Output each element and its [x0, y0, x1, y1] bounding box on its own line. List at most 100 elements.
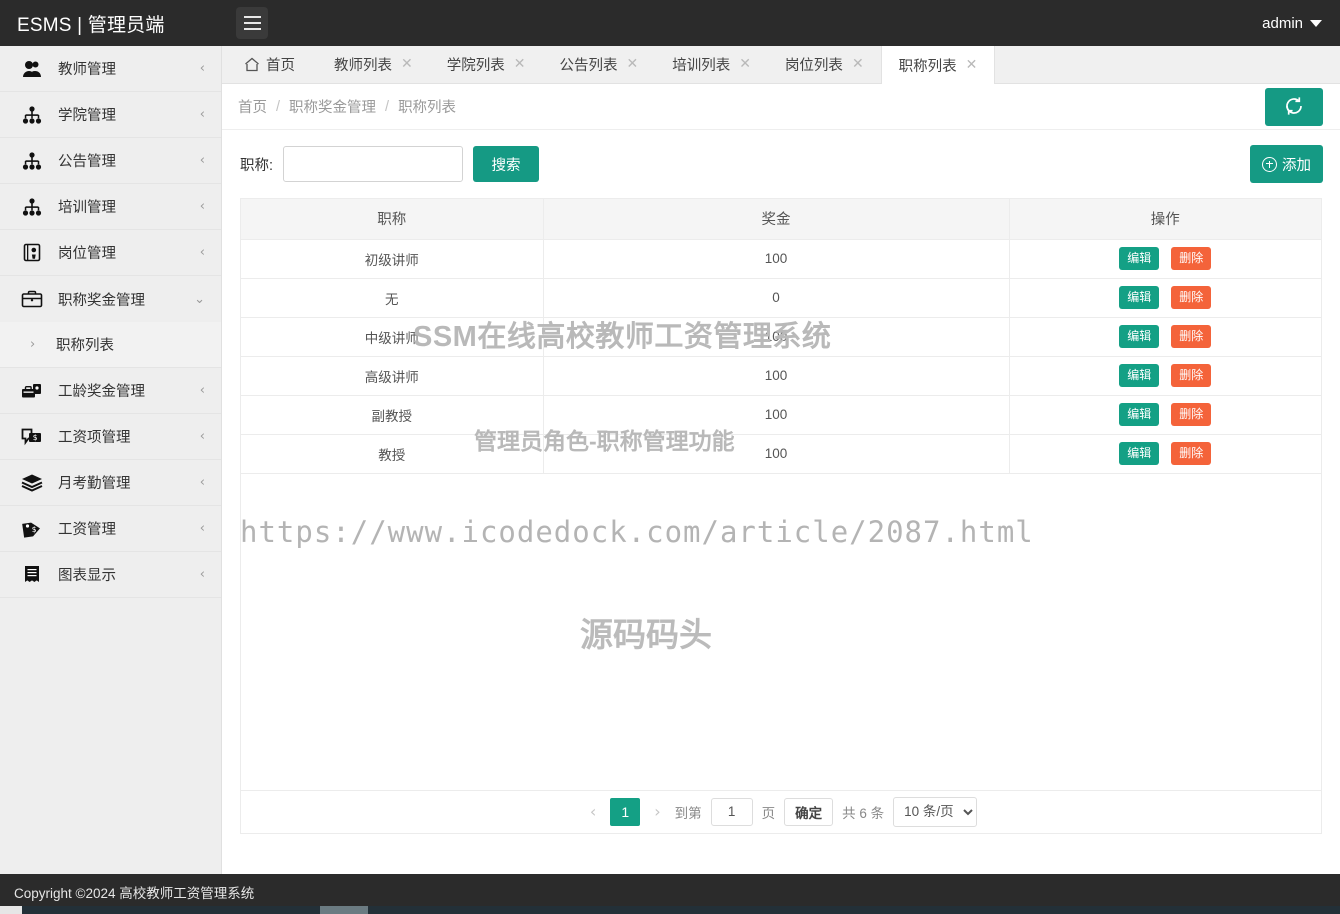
add-button[interactable]: 添加 — [1250, 145, 1323, 183]
sidebar-item-attendance[interactable]: 月考勤管理 ‹ — [0, 460, 221, 506]
tab-position-list[interactable]: 岗位列表 ✕ — [768, 46, 881, 83]
breadcrumb-item-title-bonus[interactable]: 职称奖金管理 — [289, 96, 376, 117]
sidebar-item-label: 图表显示 — [58, 564, 200, 585]
tab-teacher-list[interactable]: 教师列表 ✕ — [317, 46, 430, 83]
taskbar-start-area[interactable] — [0, 906, 22, 914]
sidebar-item-salary[interactable]: $ 工资管理 ‹ — [0, 506, 221, 552]
sidebar-item-college[interactable]: 学院管理 ‹ — [0, 92, 221, 138]
delete-button[interactable]: 删除 — [1171, 325, 1211, 348]
search-input[interactable] — [283, 146, 463, 182]
breadcrumb-separator: / — [385, 99, 389, 115]
sidebar-item-title-bonus[interactable]: 职称奖金管理 ⌄ — [0, 276, 221, 322]
cell-title: 副教授 — [241, 395, 543, 434]
user-menu[interactable]: admin — [1262, 15, 1340, 32]
os-taskbar — [0, 906, 1340, 914]
column-header-actions: 操作 — [1009, 199, 1321, 239]
pagination-prev-button[interactable]: ‹ — [585, 802, 601, 821]
chevron-right-icon: › — [30, 337, 50, 352]
sidebar-item-position[interactable]: 岗位管理 ‹ — [0, 230, 221, 276]
copyright-text: Copyright ©2024 高校教师工资管理系统 — [14, 882, 254, 902]
edit-button[interactable]: 编辑 — [1119, 325, 1159, 348]
refresh-button[interactable] — [1265, 88, 1323, 126]
chevron-down-icon: ⌄ — [194, 293, 205, 306]
tab-label: 学院列表 — [447, 54, 505, 75]
sidebar-subitem-label: 职称列表 — [56, 334, 114, 355]
add-button-label: 添加 — [1282, 154, 1311, 175]
tab-college-list[interactable]: 学院列表 ✕ — [430, 46, 543, 83]
table-row: 初级讲师 100 编辑 删除 — [241, 239, 1321, 278]
close-icon[interactable]: ✕ — [514, 57, 526, 71]
sidebar-item-label: 岗位管理 — [58, 242, 200, 263]
close-icon[interactable]: ✕ — [966, 58, 978, 72]
sidebar-item-label: 学院管理 — [58, 104, 200, 125]
tab-label: 岗位列表 — [785, 54, 843, 75]
search-button[interactable]: 搜索 — [473, 146, 539, 182]
delete-button[interactable]: 删除 — [1171, 442, 1211, 465]
chevron-left-icon: ‹ — [200, 62, 205, 75]
sidebar-item-chart[interactable]: 图表显示 ‹ — [0, 552, 221, 598]
taskbar-active-window[interactable] — [320, 906, 368, 914]
close-icon[interactable]: ✕ — [739, 57, 751, 71]
home-icon — [244, 57, 260, 72]
sidebar-item-label: 培训管理 — [58, 196, 200, 217]
sidebar-item-label: 月考勤管理 — [58, 472, 200, 493]
cell-title: 初级讲师 — [241, 239, 543, 278]
sidebar-toggle-button[interactable] — [236, 7, 268, 39]
table-row: 中级讲师 100 编辑 删除 — [241, 317, 1321, 356]
breadcrumb-item-home[interactable]: 首页 — [238, 96, 267, 117]
chevron-left-icon: ‹ — [200, 568, 205, 581]
user-name: admin — [1262, 15, 1303, 32]
edit-button[interactable]: 编辑 — [1119, 403, 1159, 426]
cell-title: 教授 — [241, 434, 543, 473]
delete-button[interactable]: 删除 — [1171, 286, 1211, 309]
sitemap-icon — [18, 198, 46, 216]
tab-label: 职称列表 — [899, 55, 957, 76]
breadcrumb-item-current: 职称列表 — [398, 96, 456, 117]
table-row: 高级讲师 100 编辑 删除 — [241, 356, 1321, 395]
app-brand: ESMS | 管理员端 — [0, 10, 222, 37]
edit-button[interactable]: 编辑 — [1119, 442, 1159, 465]
cell-actions: 编辑 删除 — [1009, 395, 1321, 434]
delete-button[interactable]: 删除 — [1171, 364, 1211, 387]
sidebar-item-title-list[interactable]: › 职称列表 — [0, 322, 221, 367]
sidebar-item-label: 职称奖金管理 — [58, 289, 194, 310]
search-label: 职称: — [240, 154, 273, 175]
id-badge-icon — [18, 243, 46, 262]
tab-title-list[interactable]: 职称列表 ✕ — [881, 46, 996, 84]
pagination-page-1[interactable]: 1 — [610, 798, 640, 826]
sidebar-item-teacher[interactable]: 教师管理 ‹ — [0, 46, 221, 92]
close-icon[interactable]: ✕ — [626, 57, 638, 71]
cell-bonus: 0 — [543, 278, 1009, 317]
tab-home[interactable]: 首页 — [222, 46, 317, 83]
page-size-select[interactable]: 10 条/页 20 条/页 30 条/页 50 条/页 — [893, 797, 977, 827]
close-icon[interactable]: ✕ — [401, 57, 413, 71]
chevron-left-icon: ‹ — [200, 200, 205, 213]
cell-actions: 编辑 删除 — [1009, 317, 1321, 356]
money-note-icon: $ — [18, 427, 46, 446]
close-icon[interactable]: ✕ — [852, 57, 864, 71]
sidebar-item-salary-item[interactable]: $ 工资项管理 ‹ — [0, 414, 221, 460]
sitemap-icon — [18, 152, 46, 170]
sidebar-item-seniority-bonus[interactable]: 工龄奖金管理 ‹ — [0, 368, 221, 414]
pagination-next-button[interactable]: › — [649, 802, 665, 821]
pagination-confirm-button[interactable]: 确定 — [784, 798, 833, 826]
table-row: 无 0 编辑 删除 — [241, 278, 1321, 317]
sidebar-item-training[interactable]: 培训管理 ‹ — [0, 184, 221, 230]
delete-button[interactable]: 删除 — [1171, 247, 1211, 270]
edit-button[interactable]: 编辑 — [1119, 364, 1159, 387]
cell-bonus: 100 — [543, 356, 1009, 395]
pagination-goto-input[interactable] — [711, 798, 753, 826]
breadcrumb-separator: / — [276, 99, 280, 115]
chevron-left-icon: ‹ — [200, 522, 205, 535]
edit-button[interactable]: 编辑 — [1119, 286, 1159, 309]
chevron-left-icon: ‹ — [200, 108, 205, 121]
data-table: 职称 奖金 操作 初级讲师 100 编辑 删除 — [240, 198, 1322, 474]
sidebar-item-announcement[interactable]: 公告管理 ‹ — [0, 138, 221, 184]
edit-button[interactable]: 编辑 — [1119, 247, 1159, 270]
delete-button[interactable]: 删除 — [1171, 403, 1211, 426]
plus-circle-icon — [1262, 157, 1277, 172]
tab-announcement-list[interactable]: 公告列表 ✕ — [542, 46, 655, 83]
pagination-total: 共 6 条 — [842, 802, 884, 822]
tab-label: 培训列表 — [672, 54, 730, 75]
tab-training-list[interactable]: 培训列表 ✕ — [655, 46, 768, 83]
